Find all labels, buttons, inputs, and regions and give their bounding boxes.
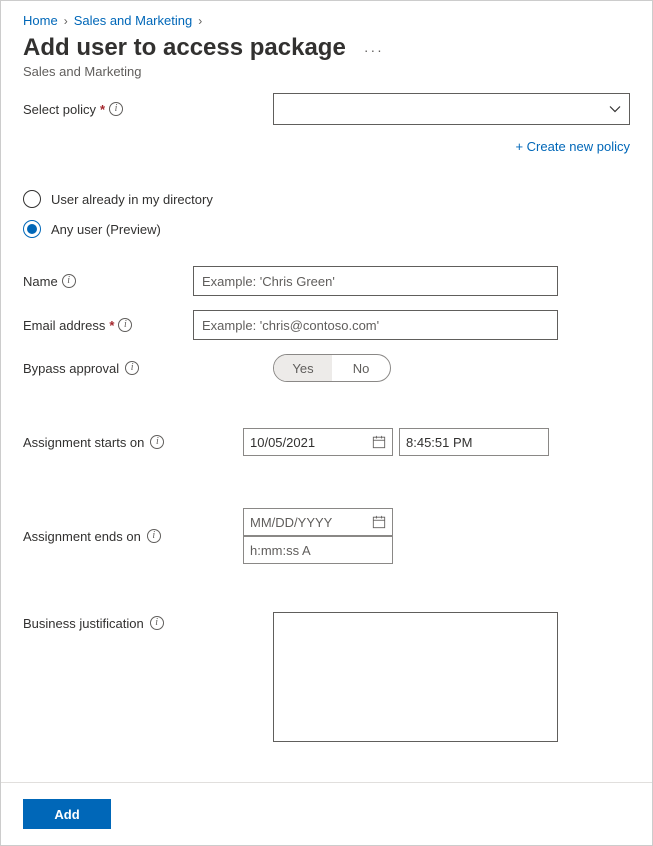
- radio-label: Any user (Preview): [51, 222, 161, 237]
- email-label: Email address: [23, 318, 105, 333]
- radio-icon: [23, 220, 41, 238]
- radio-icon: [23, 190, 41, 208]
- toggle-no[interactable]: No: [332, 355, 390, 381]
- assignment-ends-label: Assignment ends on: [23, 529, 141, 544]
- chevron-right-icon: ›: [64, 14, 68, 28]
- name-input[interactable]: [193, 266, 558, 296]
- page-title: Add user to access package ···: [23, 34, 630, 62]
- start-date-value: 10/05/2021: [250, 435, 315, 450]
- footer: Add: [1, 782, 652, 845]
- info-icon[interactable]: i: [109, 102, 123, 116]
- email-input[interactable]: [193, 310, 558, 340]
- end-date-placeholder: MM/DD/YYYY: [250, 515, 332, 530]
- bypass-approval-label: Bypass approval: [23, 361, 119, 376]
- radio-label: User already in my directory: [51, 192, 213, 207]
- business-justification-label: Business justification: [23, 616, 144, 631]
- select-policy-dropdown[interactable]: [273, 93, 630, 125]
- info-icon[interactable]: i: [62, 274, 76, 288]
- radio-any-user[interactable]: Any user (Preview): [23, 220, 630, 238]
- toggle-yes[interactable]: Yes: [274, 355, 332, 381]
- chevron-right-icon: ›: [198, 14, 202, 28]
- breadcrumb-home[interactable]: Home: [23, 13, 58, 28]
- business-justification-input[interactable]: [273, 612, 558, 742]
- page-subtitle: Sales and Marketing: [23, 64, 630, 79]
- create-new-policy-link[interactable]: + Create new policy: [515, 139, 630, 154]
- info-icon[interactable]: i: [150, 435, 164, 449]
- breadcrumb: Home › Sales and Marketing ›: [23, 13, 630, 28]
- end-time-placeholder: h:mm:ss A: [250, 543, 311, 558]
- user-type-radio-group: User already in my directory Any user (P…: [23, 190, 630, 238]
- required-asterisk: *: [100, 102, 105, 117]
- calendar-icon: [372, 515, 386, 529]
- select-policy-label: Select policy: [23, 102, 96, 117]
- start-time-input[interactable]: 8:45:51 PM: [399, 428, 549, 456]
- start-date-input[interactable]: 10/05/2021: [243, 428, 393, 456]
- bypass-approval-toggle[interactable]: Yes No: [273, 354, 391, 382]
- more-actions-icon[interactable]: ···: [364, 42, 384, 58]
- info-icon[interactable]: i: [150, 616, 164, 630]
- end-date-input[interactable]: MM/DD/YYYY: [243, 508, 393, 536]
- add-button[interactable]: Add: [23, 799, 111, 829]
- name-label: Name: [23, 274, 58, 289]
- required-asterisk: *: [109, 318, 114, 333]
- chevron-down-icon: [609, 103, 621, 115]
- radio-user-in-directory[interactable]: User already in my directory: [23, 190, 630, 208]
- calendar-icon: [372, 435, 386, 449]
- info-icon[interactable]: i: [125, 361, 139, 375]
- assignment-starts-label: Assignment starts on: [23, 435, 144, 450]
- breadcrumb-section[interactable]: Sales and Marketing: [74, 13, 193, 28]
- end-time-input[interactable]: h:mm:ss A: [243, 536, 393, 564]
- info-icon[interactable]: i: [147, 529, 161, 543]
- info-icon[interactable]: i: [118, 318, 132, 332]
- start-time-value: 8:45:51 PM: [406, 435, 473, 450]
